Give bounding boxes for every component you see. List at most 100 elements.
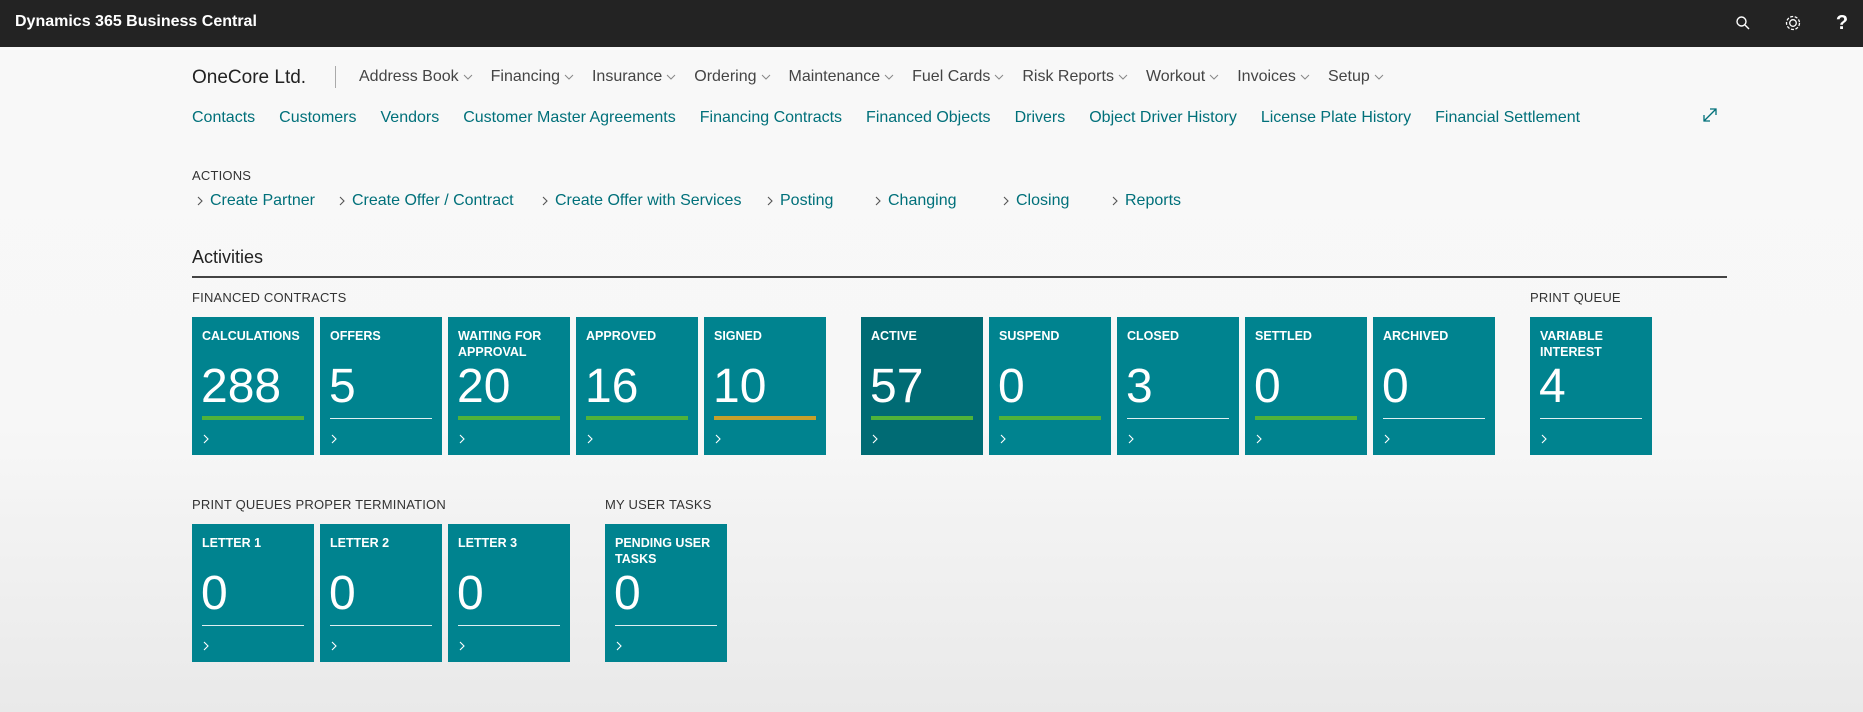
chevron-right-icon <box>1256 434 1262 444</box>
cue-tile-letter-2[interactable]: LETTER 2 0 <box>320 524 442 662</box>
cue-tile-waiting-for-approval[interactable]: WAITING FOR APPROVAL 20 <box>448 317 570 455</box>
menu-workout[interactable]: Workout <box>1146 68 1237 86</box>
tile-indicator-bar <box>1127 418 1229 419</box>
chevron-right-icon <box>616 641 622 651</box>
tile-indicator-bar <box>999 416 1101 420</box>
chevron-right-icon <box>203 641 209 651</box>
nav-link-customer-master-agreements[interactable]: Customer Master Agreements <box>463 109 676 127</box>
nav-link-financed-objects[interactable]: Financed Objects <box>866 109 991 127</box>
cue-tile-closed[interactable]: CLOSED 3 <box>1117 317 1239 455</box>
chevron-down-icon <box>884 74 894 80</box>
tile-label: LETTER 2 <box>330 536 390 550</box>
action-posting[interactable]: Posting <box>767 192 833 210</box>
nav-link-object-driver-history[interactable]: Object Driver History <box>1089 109 1237 127</box>
expand-icon[interactable] <box>1702 107 1718 128</box>
chevron-right-icon <box>1003 196 1009 206</box>
chevron-right-icon <box>1112 196 1118 206</box>
cue-tile-calculations[interactable]: CALCULATIONS 288 <box>192 317 314 455</box>
cue-tile-archived[interactable]: ARCHIVED 0 <box>1373 317 1495 455</box>
action-create-offer-contract[interactable]: Create Offer / Contract <box>339 192 514 210</box>
tile-indicator-bar <box>586 416 688 420</box>
chevron-right-icon <box>331 641 337 651</box>
cue-tile-pending-user-tasks[interactable]: PENDING USER TASKS 0 <box>605 524 727 662</box>
cue-tile-approved[interactable]: APPROVED 16 <box>576 317 698 455</box>
nav-link-financial-settlement[interactable]: Financial Settlement <box>1435 109 1580 127</box>
menu-insurance[interactable]: Insurance <box>592 68 694 86</box>
tile-value: 0 <box>1382 360 1409 413</box>
menu-maintenance[interactable]: Maintenance <box>789 68 913 86</box>
tile-value: 57 <box>870 360 924 413</box>
tile-indicator-bar <box>615 625 717 626</box>
tile-value: 3 <box>1126 360 1153 413</box>
nav-link-license-plate-history[interactable]: License Plate History <box>1261 109 1411 127</box>
nav-link-vendors[interactable]: Vendors <box>381 109 440 127</box>
menu-fuel-cards[interactable]: Fuel Cards <box>912 68 1022 86</box>
menu-financing[interactable]: Financing <box>491 68 592 86</box>
cue-tile-settled[interactable]: SETTLED 0 <box>1245 317 1367 455</box>
action-changing[interactable]: Changing <box>875 192 957 210</box>
chevron-right-icon <box>1128 434 1134 444</box>
tile-value: 4 <box>1539 360 1566 413</box>
main-menu: Address Book Financing Insurance Orderin… <box>359 68 1402 86</box>
cue-tile-suspend[interactable]: SUSPEND 0 <box>989 317 1111 455</box>
company-name[interactable]: OneCore Ltd. <box>192 67 306 89</box>
menu-setup[interactable]: Setup <box>1328 68 1402 86</box>
menu-ordering[interactable]: Ordering <box>694 68 788 86</box>
group-label-print-queue: PRINT QUEUE <box>1530 290 1621 305</box>
nav-links: Contacts Customers Vendors Customer Mast… <box>192 109 1604 127</box>
chevron-down-icon <box>463 74 472 80</box>
tile-value: 0 <box>329 567 356 620</box>
action-label: Create Offer with Services <box>555 192 742 209</box>
tile-indicator-bar <box>330 625 432 626</box>
menu-label: Risk Reports <box>1022 68 1114 85</box>
menu-invoices[interactable]: Invoices <box>1237 68 1328 86</box>
action-create-partner[interactable]: Create Partner <box>197 192 315 210</box>
help-icon[interactable]: ? <box>1830 11 1854 35</box>
tile-label: SETTLED <box>1255 329 1312 343</box>
menu-label: Setup <box>1327 68 1370 85</box>
chevron-down-icon <box>666 74 676 80</box>
action-label: Closing <box>1016 192 1070 209</box>
actions-title: ACTIONS <box>192 168 252 183</box>
tile-label: SIGNED <box>714 329 762 343</box>
cue-tile-active[interactable]: ACTIVE 57 <box>861 317 983 455</box>
chevron-right-icon <box>587 434 593 444</box>
chevron-down-icon <box>761 74 770 80</box>
nav-link-financing-contracts[interactable]: Financing Contracts <box>700 109 842 127</box>
app-title[interactable]: Dynamics 365 Business Central <box>15 13 257 31</box>
action-closing[interactable]: Closing <box>1003 192 1069 210</box>
gear-icon[interactable] <box>1781 11 1805 35</box>
search-icon[interactable] <box>1731 11 1755 35</box>
tile-value: 0 <box>457 567 484 620</box>
tile-value: 5 <box>329 360 356 413</box>
action-reports[interactable]: Reports <box>1112 192 1181 210</box>
top-bar: Dynamics 365 Business Central ? <box>0 0 1863 47</box>
nav-link-drivers[interactable]: Drivers <box>1015 109 1066 127</box>
menu-address-book[interactable]: Address Book <box>359 68 491 86</box>
tile-value: 16 <box>585 360 639 413</box>
cue-tile-letter-3[interactable]: LETTER 3 0 <box>448 524 570 662</box>
activities-title: Activities <box>192 247 264 267</box>
tile-label: APPROVED <box>586 329 657 343</box>
chevron-right-icon <box>331 434 337 444</box>
cue-tile-offers[interactable]: OFFERS 5 <box>320 317 442 455</box>
cue-tile-variable-interest[interactable]: VARIABLE INTEREST 4 <box>1530 317 1652 455</box>
group-label-financed-contracts: FINANCED CONTRACTS <box>192 290 347 305</box>
tile-label: ACTIVE <box>871 329 917 343</box>
action-create-offer-with-services[interactable]: Create Offer with Services <box>542 192 741 210</box>
menu-label: Maintenance <box>788 68 881 85</box>
action-label: Reports <box>1125 192 1182 209</box>
tile-indicator-bar <box>202 625 304 626</box>
nav-link-contacts[interactable]: Contacts <box>192 109 255 127</box>
tile-label: ARCHIVED <box>1383 329 1449 343</box>
menu-risk-reports[interactable]: Risk Reports <box>1022 68 1146 86</box>
nav-link-customers[interactable]: Customers <box>279 109 356 127</box>
tile-indicator-bar <box>458 416 560 420</box>
chevron-down-icon <box>1209 74 1219 80</box>
chevron-down-icon <box>995 74 1004 80</box>
cue-tile-letter-1[interactable]: LETTER 1 0 <box>192 524 314 662</box>
tile-label: PENDING USER TASKS <box>615 536 711 566</box>
cue-tile-signed[interactable]: SIGNED 10 <box>704 317 826 455</box>
group-label-my-user-tasks: MY USER TASKS <box>605 497 712 512</box>
tile-label: VARIABLE INTEREST <box>1540 329 1603 359</box>
